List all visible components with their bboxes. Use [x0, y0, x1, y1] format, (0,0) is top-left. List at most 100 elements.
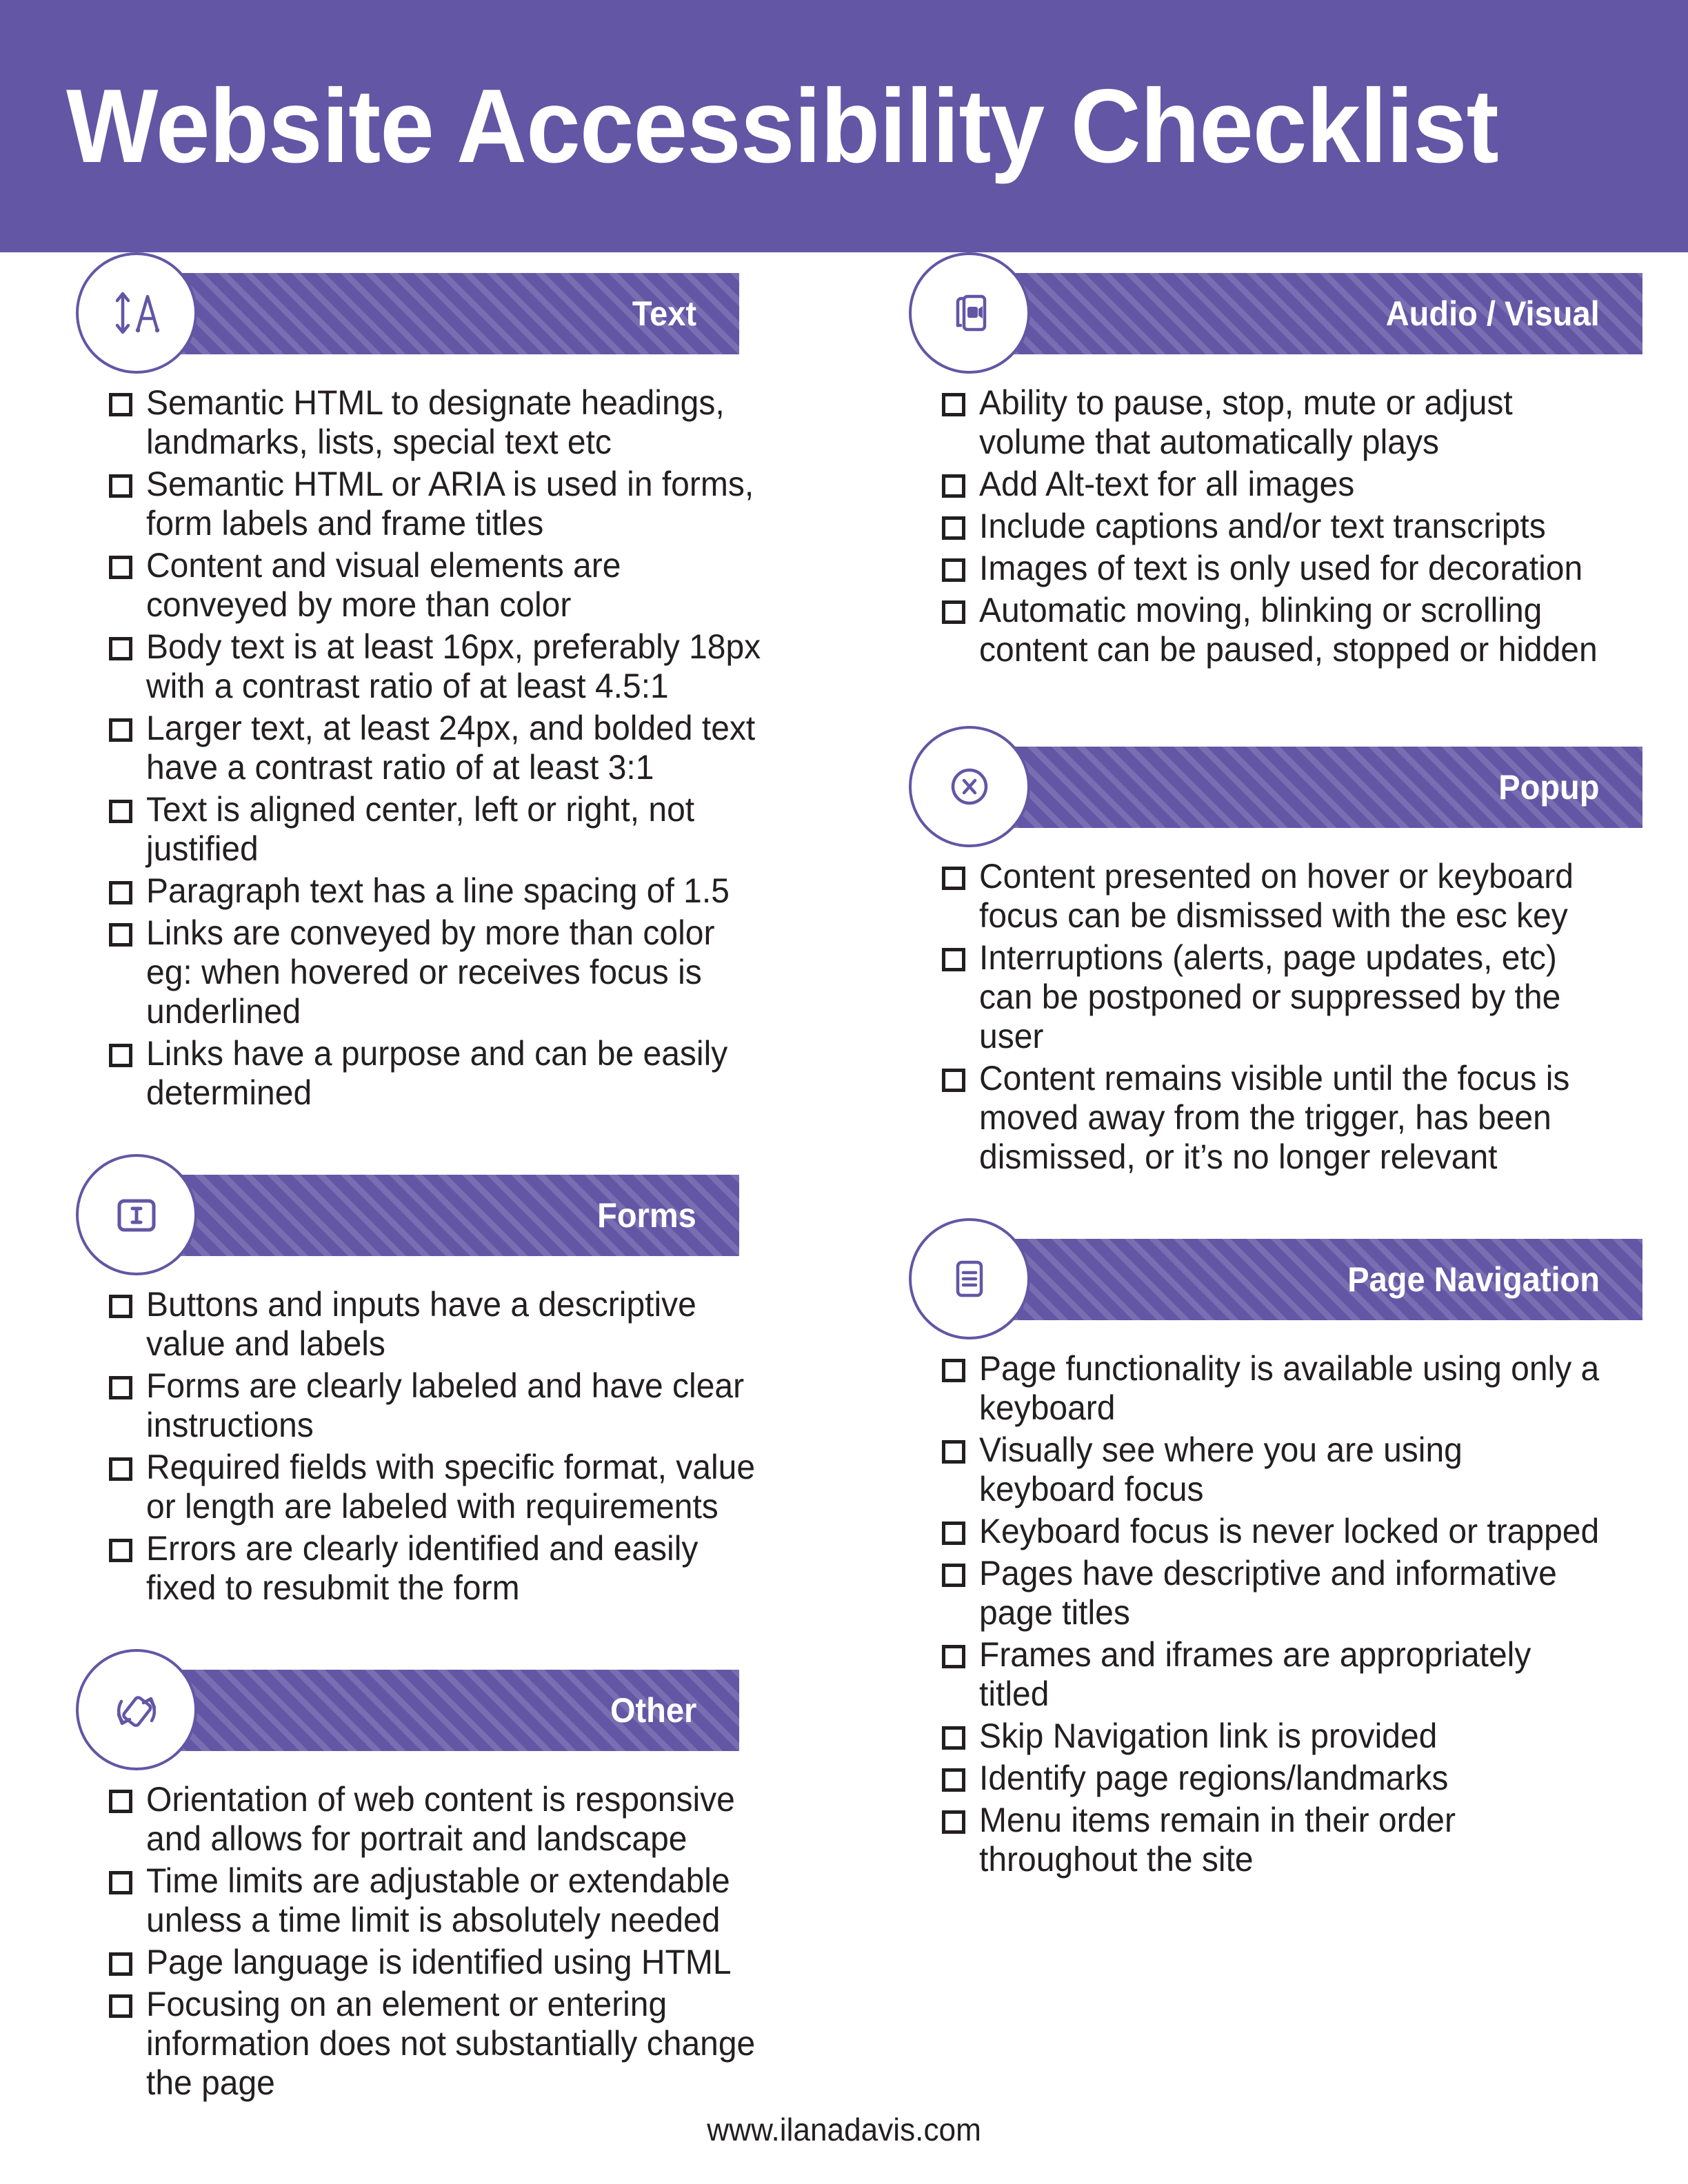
- checkbox[interactable]: [942, 600, 965, 624]
- checkbox[interactable]: [109, 1952, 132, 1976]
- list-item-label: Identify page regions/landmarks: [979, 1759, 1449, 1797]
- checkbox[interactable]: [942, 1069, 965, 1092]
- checkbox[interactable]: [109, 881, 132, 904]
- checkbox[interactable]: [942, 1521, 965, 1545]
- list-item[interactable]: Keyboard focus is never locked or trappe…: [942, 1512, 1633, 1551]
- section-label-text: Text: [632, 294, 696, 333]
- checkbox[interactable]: [109, 1871, 132, 1894]
- checkbox[interactable]: [109, 474, 132, 498]
- list-item[interactable]: Orientation of web content is responsive…: [109, 1780, 789, 1859]
- list-item[interactable]: Include captions and/or text transcripts: [942, 507, 1633, 546]
- list-item-label: Required fields with specific format, va…: [146, 1448, 756, 1526]
- section-banner-popup: Popup: [971, 747, 1642, 828]
- section-label-audio-visual: Audio / Visual: [1386, 294, 1600, 333]
- list-item-label: Include captions and/or text transcripts: [979, 507, 1546, 545]
- checkbox[interactable]: [109, 1295, 132, 1318]
- list-item[interactable]: Pages have descriptive and informative p…: [942, 1554, 1633, 1632]
- section-label-page-navigation: Page Navigation: [1347, 1260, 1600, 1299]
- list-item-label: Focusing on an element or entering infor…: [146, 1985, 756, 2102]
- checkbox[interactable]: [109, 637, 132, 660]
- list-item-label: Menu items remain in their order through…: [979, 1801, 1456, 1879]
- page-footer: www.ilanadavis.com: [0, 2111, 1688, 2148]
- list-item-label: Buttons and inputs have a descriptive va…: [146, 1285, 696, 1363]
- checkbox[interactable]: [109, 393, 132, 416]
- list-item[interactable]: Body text is at least 16px, preferably 1…: [109, 627, 789, 706]
- list-item[interactable]: Interruptions (alerts, page updates, etc…: [942, 938, 1633, 1056]
- list-item-label: Ability to pause, stop, mute or adjust v…: [979, 383, 1513, 461]
- checkbox[interactable]: [109, 1376, 132, 1399]
- checkbox[interactable]: [109, 1457, 132, 1481]
- list-item[interactable]: Page functionality is available using on…: [942, 1349, 1633, 1428]
- close-circle-icon: [909, 726, 1030, 847]
- checkbox[interactable]: [942, 1768, 965, 1792]
- list-item[interactable]: Add Alt-text for all images: [942, 465, 1633, 504]
- checklist-page-navigation: Page functionality is available using on…: [909, 1349, 1633, 1879]
- checkbox[interactable]: [109, 1044, 132, 1067]
- section-banner-page-navigation: Page Navigation: [971, 1239, 1642, 1320]
- list-item[interactable]: Links have a purpose and can be easily d…: [109, 1034, 789, 1113]
- list-item-label: Larger text, at least 24px, and bolded t…: [146, 709, 756, 787]
- list-item[interactable]: Time limits are adjustable or extendable…: [109, 1861, 789, 1940]
- list-item[interactable]: Visually see where you are using keyboar…: [942, 1430, 1633, 1509]
- list-item[interactable]: Skip Navigation link is provided: [942, 1717, 1633, 1756]
- list-item-label: Errors are clearly identified and easily…: [146, 1529, 699, 1607]
- checkbox[interactable]: [109, 556, 132, 579]
- list-item[interactable]: Larger text, at least 24px, and bolded t…: [109, 709, 789, 787]
- list-item[interactable]: Text is aligned center, left or right, n…: [109, 790, 789, 869]
- content-columns: Text Semantic HTML to designate headings…: [0, 252, 1688, 2105]
- list-item-label: Pages have descriptive and informative p…: [979, 1554, 1557, 1632]
- list-item[interactable]: Content presented on hover or keyboard f…: [942, 857, 1633, 936]
- footer-url[interactable]: www.ilanadavis.com: [707, 2111, 981, 2148]
- checkbox[interactable]: [942, 1359, 965, 1382]
- list-item[interactable]: Menu items remain in their order through…: [942, 1801, 1633, 1879]
- checkbox[interactable]: [109, 718, 132, 742]
- list-item-label: Frames and iframes are appropriately tit…: [979, 1635, 1531, 1713]
- list-item[interactable]: Frames and iframes are appropriately tit…: [942, 1635, 1633, 1714]
- checkbox[interactable]: [942, 1810, 965, 1834]
- list-item-label: Orientation of web content is responsive…: [146, 1780, 735, 1858]
- list-item[interactable]: Images of text is only used for decorati…: [942, 549, 1633, 588]
- list-item[interactable]: Errors are clearly identified and easily…: [109, 1529, 789, 1608]
- section-banner-audio-visual: Audio / Visual: [971, 273, 1642, 354]
- checkbox[interactable]: [942, 558, 965, 582]
- list-item[interactable]: Links are conveyed by more than color eg…: [109, 913, 789, 1031]
- page-title: Website Accessibility Checklist: [66, 68, 1499, 185]
- video-media-icon: [909, 252, 1030, 374]
- list-item[interactable]: Ability to pause, stop, mute or adjust v…: [942, 383, 1633, 462]
- list-item[interactable]: Semantic HTML to designate headings, lan…: [109, 383, 789, 462]
- menu-list-icon: [909, 1218, 1030, 1339]
- checkbox[interactable]: [942, 393, 965, 416]
- list-item[interactable]: Content and visual elements are conveyed…: [109, 546, 789, 625]
- checkbox[interactable]: [109, 1790, 132, 1813]
- list-item[interactable]: Automatic moving, blinking or scrolling …: [942, 591, 1633, 669]
- checkbox[interactable]: [109, 800, 132, 823]
- section-banner-other: Other: [138, 1670, 739, 1751]
- checkbox[interactable]: [942, 1726, 965, 1750]
- section-label-popup: Popup: [1498, 768, 1600, 807]
- list-item-label: Keyboard focus is never locked or trappe…: [979, 1512, 1600, 1550]
- checkbox[interactable]: [942, 1564, 965, 1587]
- section-header-audio-visual: Audio / Visual: [909, 252, 1642, 374]
- checkbox[interactable]: [942, 1645, 965, 1668]
- list-item[interactable]: Identify page regions/landmarks: [942, 1759, 1633, 1798]
- checkbox[interactable]: [942, 474, 965, 498]
- checkbox[interactable]: [942, 867, 965, 890]
- list-item-label: Skip Navigation link is provided: [979, 1717, 1438, 1755]
- checkbox[interactable]: [109, 923, 132, 947]
- list-item[interactable]: Forms are clearly labeled and have clear…: [109, 1366, 789, 1445]
- list-item[interactable]: Paragraph text has a line spacing of 1.5: [109, 871, 789, 911]
- list-item[interactable]: Semantic HTML or ARIA is used in forms, …: [109, 465, 789, 543]
- list-item[interactable]: Required fields with specific format, va…: [109, 1448, 789, 1526]
- checkbox[interactable]: [942, 948, 965, 971]
- list-item[interactable]: Focusing on an element or entering infor…: [109, 1985, 789, 2103]
- checkbox[interactable]: [942, 516, 965, 540]
- list-item[interactable]: Content remains visible until the focus …: [942, 1059, 1633, 1177]
- list-item[interactable]: Buttons and inputs have a descriptive va…: [109, 1285, 789, 1364]
- checkbox[interactable]: [109, 1994, 132, 2018]
- section-popup: Popup Content presented on hover or keyb…: [909, 726, 1642, 1177]
- checkbox[interactable]: [109, 1539, 132, 1562]
- checkbox[interactable]: [942, 1440, 965, 1464]
- list-item[interactable]: Page language is identified using HTML: [109, 1943, 789, 1982]
